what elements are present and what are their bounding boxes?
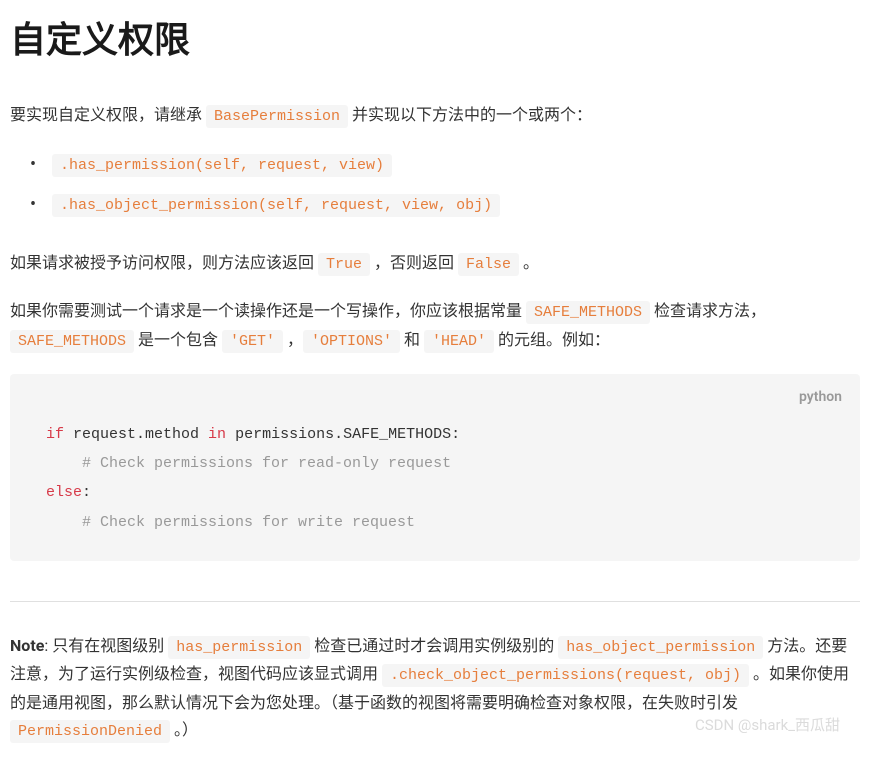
text: : 只有在视图级别	[44, 636, 168, 655]
code-has-object-permission: has_object_permission	[558, 636, 763, 659]
return-paragraph: 如果请求被授予访问权限，则方法应该返回 True ，否则返回 False 。	[10, 249, 860, 278]
code-safe-methods: SAFE_METHODS	[10, 330, 134, 353]
text: ，	[283, 330, 303, 349]
method-list: .has_permission(self, request, view) .ha…	[10, 150, 860, 219]
code-get: 'GET'	[222, 330, 283, 353]
text: 并实现以下方法中的一个或两个：	[348, 105, 592, 124]
code-content: if request.method in permissions.SAFE_ME…	[28, 420, 842, 537]
list-item: .has_permission(self, request, view)	[30, 150, 860, 179]
code-true: True	[318, 253, 370, 276]
text: 要实现自定义权限，请继承	[10, 105, 206, 124]
keyword-in: in	[208, 426, 226, 443]
code-comment: # Check permissions for write request	[46, 514, 415, 531]
code-has-object-permission: .has_object_permission(self, request, vi…	[52, 194, 500, 217]
text: 如果你需要测试一个请求是一个读操作还是一个写操作，你应该根据常量	[10, 301, 526, 320]
code-base-permission: BasePermission	[206, 105, 348, 128]
text: ，否则返回	[370, 253, 458, 272]
code-comment: # Check permissions for read-only reques…	[46, 455, 451, 472]
keyword-if: if	[46, 426, 64, 443]
code-safe-methods: SAFE_METHODS	[526, 301, 650, 324]
text: 。）	[170, 720, 198, 739]
text: 是一个包含	[134, 330, 222, 349]
watermark: CSDN @shark_西瓜甜	[695, 713, 840, 739]
code-language-label: python	[28, 386, 842, 410]
text: 检查请求方法，	[650, 301, 766, 320]
text: 检查已通过时才会调用实例级别的	[310, 636, 558, 655]
note-label: Note	[10, 636, 44, 655]
intro-paragraph: 要实现自定义权限，请继承 BasePermission 并实现以下方法中的一个或…	[10, 101, 860, 130]
text: 和	[400, 330, 424, 349]
code-text: request.method	[64, 426, 208, 443]
list-item: .has_object_permission(self, request, vi…	[30, 190, 860, 219]
code-has-permission: has_permission	[168, 636, 310, 659]
text: 如果请求被授予访问权限，则方法应该返回	[10, 253, 318, 272]
code-text: :	[82, 484, 91, 501]
keyword-else: else	[46, 484, 82, 501]
code-options: 'OPTIONS'	[303, 330, 400, 353]
code-false: False	[458, 253, 519, 276]
divider	[10, 601, 860, 602]
code-check-object-permissions: .check_object_permissions(request, obj)	[382, 664, 749, 687]
code-block: python if request.method in permissions.…	[10, 374, 860, 561]
safe-methods-paragraph: 如果你需要测试一个请求是一个读操作还是一个写操作，你应该根据常量 SAFE_ME…	[10, 297, 860, 354]
code-has-permission: .has_permission(self, request, view)	[52, 154, 392, 177]
text: 。	[519, 253, 539, 272]
code-text: permissions.SAFE_METHODS:	[226, 426, 460, 443]
page-title: 自定义权限	[10, 10, 860, 71]
code-head: 'HEAD'	[424, 330, 494, 353]
text: 的元组。例如：	[494, 330, 610, 349]
code-permission-denied: PermissionDenied	[10, 720, 170, 743]
